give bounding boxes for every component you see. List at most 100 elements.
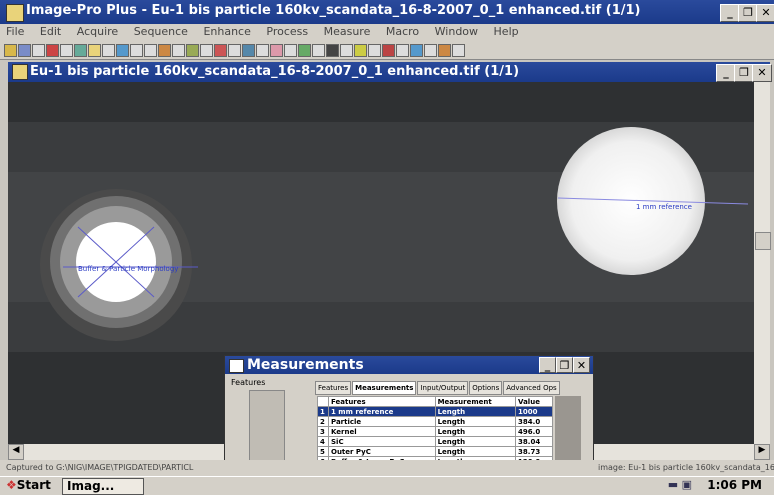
- sequence-icon[interactable]: [312, 44, 325, 57]
- ellipse-icon[interactable]: [144, 44, 157, 57]
- col-measurement: Measurement: [434, 396, 517, 407]
- doc-close-button[interactable]: ✕: [752, 64, 772, 82]
- paste-icon[interactable]: [74, 44, 87, 57]
- table-header: Features Measurement Value: [317, 396, 553, 407]
- overlay-label-buffer: Buffer & Particle Morphology: [78, 265, 179, 273]
- measure-icon[interactable]: [186, 44, 199, 57]
- menu-bar: File Edit Acquire Sequence Enhance Proce…: [0, 24, 774, 41]
- open-icon[interactable]: [4, 44, 17, 57]
- tab-input-output[interactable]: Input/Output: [417, 381, 469, 395]
- menu-window[interactable]: Window: [429, 24, 484, 39]
- tab-features[interactable]: Features: [315, 381, 352, 395]
- row-id: 5: [317, 446, 329, 457]
- close-button[interactable]: ✕: [756, 4, 774, 22]
- taskbar: ❖Start Imag... ▬ ▣ 1:06 PM: [0, 476, 774, 495]
- tile-icon[interactable]: [340, 44, 353, 57]
- col-index: [317, 396, 329, 407]
- tab-advanced-ops[interactable]: Advanced Ops: [503, 381, 560, 395]
- help-icon[interactable]: [424, 44, 437, 57]
- histogram-icon[interactable]: [200, 44, 213, 57]
- tool-icon[interactable]: [438, 44, 451, 57]
- count-icon[interactable]: [242, 44, 255, 57]
- document-title: Eu-1 bis particle 160kv_scandata_16-8-20…: [30, 64, 520, 79]
- menu-file[interactable]: File: [0, 24, 30, 39]
- row-id: 4: [317, 436, 329, 447]
- undo-icon[interactable]: [88, 44, 101, 57]
- status-left: Captured to G:\NIG\IMAGE\TPIGDATED\PARTI…: [6, 463, 194, 472]
- tab-measurements[interactable]: Measurements: [352, 381, 417, 395]
- macro-icon[interactable]: [298, 44, 311, 57]
- menu-acquire[interactable]: Acquire: [71, 24, 124, 39]
- table-row[interactable]: 3 Kernel Length 496.0: [317, 426, 553, 437]
- row-measurement: Length: [434, 446, 517, 457]
- table-row[interactable]: 1 1 mm reference Length 1000: [317, 406, 553, 417]
- save-icon[interactable]: [18, 44, 31, 57]
- row-value: 1000: [515, 406, 553, 417]
- toolbar: [0, 41, 774, 60]
- menu-enhance[interactable]: Enhance: [197, 24, 256, 39]
- export-icon[interactable]: [368, 44, 381, 57]
- row-measurement: Length: [434, 416, 517, 427]
- print-icon[interactable]: [32, 44, 45, 57]
- zoom-icon[interactable]: [102, 44, 115, 57]
- meas-restore-button[interactable]: ❐: [556, 357, 573, 373]
- minimize-button[interactable]: _: [720, 4, 740, 22]
- cut-icon[interactable]: [46, 44, 59, 57]
- extra-icon[interactable]: [452, 44, 465, 57]
- calibrate-icon[interactable]: [256, 44, 269, 57]
- measurements-title: Measurements: [247, 357, 364, 373]
- tab-options[interactable]: Options: [469, 381, 503, 395]
- meas-minimize-button[interactable]: _: [539, 357, 556, 373]
- select-icon[interactable]: [116, 44, 129, 57]
- report-icon[interactable]: [354, 44, 367, 57]
- draw-icon[interactable]: [158, 44, 171, 57]
- row-feature: Outer PyC: [328, 446, 436, 457]
- menu-process[interactable]: Process: [260, 24, 314, 39]
- info-icon[interactable]: [396, 44, 409, 57]
- menu-help[interactable]: Help: [488, 24, 525, 39]
- tray-icons[interactable]: ▬ ▣: [668, 478, 692, 491]
- row-value: 38.04: [515, 436, 553, 447]
- doc-restore-button[interactable]: ❐: [734, 64, 754, 82]
- row-measurement: Length: [434, 436, 517, 447]
- copy-icon[interactable]: [60, 44, 73, 57]
- line-icon[interactable]: [172, 44, 185, 57]
- windows-logo-icon: ❖: [6, 478, 17, 492]
- row-value: 38.73: [515, 446, 553, 457]
- row-measurement: Length: [434, 426, 517, 437]
- rect-icon[interactable]: [130, 44, 143, 57]
- stop-icon[interactable]: [382, 44, 395, 57]
- color-icon[interactable]: [214, 44, 227, 57]
- row-feature: Particle: [328, 416, 436, 427]
- record-icon[interactable]: [326, 44, 339, 57]
- table-row[interactable]: 5 Outer PyC Length 38.73: [317, 446, 553, 457]
- vertical-scrollbar[interactable]: [754, 82, 771, 444]
- document-icon: [12, 64, 28, 80]
- restore-button[interactable]: ❐: [738, 4, 758, 22]
- menu-edit[interactable]: Edit: [34, 24, 67, 39]
- taskbar-app-button[interactable]: Imag...: [62, 478, 144, 495]
- overlay-label-reference: 1 mm reference: [636, 203, 692, 211]
- menu-sequence[interactable]: Sequence: [128, 24, 194, 39]
- menu-measure[interactable]: Measure: [318, 24, 377, 39]
- menu-macro[interactable]: Macro: [380, 24, 425, 39]
- col-value: Value: [515, 396, 553, 407]
- status-bar: Captured to G:\NIG\IMAGE\TPIGDATED\PARTI…: [0, 460, 774, 476]
- scroll-right-icon[interactable]: ▶: [754, 444, 770, 460]
- row-feature: 1 mm reference: [328, 406, 436, 417]
- clock: 1:06 PM: [707, 478, 762, 492]
- table-row[interactable]: 2 Particle Length 384.0: [317, 416, 553, 427]
- col-features: Features: [328, 396, 436, 407]
- features-label: Features: [231, 378, 266, 387]
- scroll-left-icon[interactable]: ◀: [8, 444, 24, 460]
- overlay-icon[interactable]: [270, 44, 283, 57]
- vertical-scroll-thumb[interactable]: [755, 232, 771, 250]
- table-row[interactable]: 4 SiC Length 38.04: [317, 436, 553, 447]
- grid-icon[interactable]: [284, 44, 297, 57]
- window-icon[interactable]: [410, 44, 423, 57]
- start-button[interactable]: ❖Start: [2, 478, 60, 493]
- meas-close-button[interactable]: ✕: [573, 357, 590, 373]
- doc-minimize-button[interactable]: _: [716, 64, 736, 82]
- filter-icon[interactable]: [228, 44, 241, 57]
- taskbar-app-label: Imag...: [67, 479, 115, 493]
